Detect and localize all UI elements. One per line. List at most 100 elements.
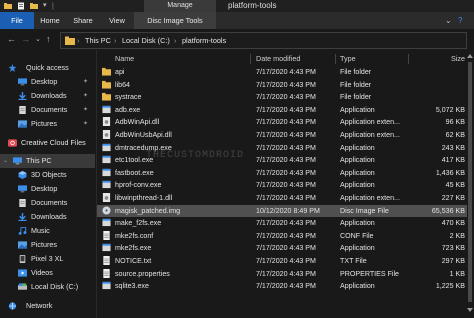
file-size: 470 KB (441, 219, 465, 228)
nav-item-network[interactable]: Network (8, 299, 94, 313)
dll-icon (102, 130, 111, 140)
nav-item-desktop[interactable]: Desktop ✦ (18, 75, 94, 89)
chevron-down-icon: ⌄ (3, 158, 9, 164)
app-icon (102, 180, 111, 190)
tab-view[interactable]: View (100, 12, 134, 29)
pin-icon: ✦ (82, 107, 88, 113)
column-header-type[interactable]: Type (340, 52, 356, 66)
tab-disc-image-tools[interactable]: Disc Image Tools (134, 12, 216, 29)
picture-icon (18, 241, 27, 249)
file-date: 7/17/2020 4:43 PM (256, 168, 316, 177)
breadcrumb-this-pc[interactable]: This PC (85, 33, 111, 48)
file-size: 65,536 KB (431, 206, 465, 215)
table-row[interactable]: fastboot.exe 7/17/2020 4:43 PM Application… (97, 167, 467, 179)
file-name: NOTICE.txt (115, 257, 152, 265)
nav-item-pictures-pc[interactable]: Pictures (18, 238, 94, 252)
file-list: Name Date modified Type Size api 7/17/202… (97, 50, 474, 318)
nav-item-creative-cloud[interactable]: Creative Cloud Files (8, 136, 94, 150)
table-row[interactable]: systrace 7/17/2020 4:43 PM File folder (97, 91, 467, 103)
nav-item-this-pc[interactable]: ⌄ This PC (0, 154, 95, 168)
forward-icon[interactable]: → (21, 34, 30, 45)
music-icon (18, 227, 27, 235)
nav-item-quick-access[interactable]: Quick access (8, 61, 94, 75)
table-row[interactable]: AdbWinUsbApi.dll 7/17/2020 4:43 PM Applica… (97, 129, 467, 141)
table-row[interactable]: sqlite3.exe 7/17/2020 4:43 PM Application 1… (97, 280, 467, 292)
table-row[interactable]: lib64 7/17/2020 4:43 PM File folder (97, 79, 467, 91)
file-size: 417 KB (441, 156, 465, 165)
column-header-name[interactable]: Name (115, 52, 134, 66)
nav-item-label: Downloads (31, 91, 67, 100)
help-icon[interactable]: ? (458, 15, 462, 26)
expand-ribbon-icon[interactable]: ⌄ (445, 15, 452, 26)
text-file-icon (102, 256, 111, 266)
table-row[interactable]: adb.exe 7/17/2020 4:43 PM Application 5,072… (97, 104, 467, 116)
table-row[interactable]: mke2fs.exe 7/17/2020 4:43 PM Application 72… (97, 242, 467, 254)
nav-item-downloads[interactable]: Downloads ✦ (18, 89, 94, 103)
nav-item-videos[interactable]: Videos (18, 266, 94, 280)
file-size: 1,436 KB (435, 168, 465, 177)
disc-image-icon (102, 206, 111, 216)
table-row[interactable]: AdbWinApi.dll 7/17/2020 4:43 PM Applicatio… (97, 116, 467, 128)
desktop-icon (18, 185, 27, 193)
column-divider[interactable] (408, 54, 409, 64)
column-header-size[interactable]: Size (437, 52, 465, 66)
nav-item-music[interactable]: Music (18, 224, 94, 238)
file-type: Application exten... (340, 194, 400, 202)
breadcrumb-separator: › (174, 36, 177, 45)
table-row[interactable]: magisk_patched.img 10/12/2020 8:49 PM Disc… (97, 204, 467, 217)
column-divider[interactable] (250, 54, 251, 64)
app-icon (102, 218, 111, 228)
nav-item-desktop-pc[interactable]: Desktop (18, 182, 94, 196)
file-date: 7/17/2020 4:43 PM (256, 231, 316, 240)
nav-item-label: Network (26, 301, 53, 310)
file-date: 10/12/2020 8:49 PM (256, 206, 320, 215)
file-name: systrace (115, 93, 142, 102)
nav-item-pixel-3-xl[interactable]: Pixel 3 XL (18, 252, 94, 266)
nav-item-label: Pictures (31, 119, 57, 128)
back-icon[interactable]: ← (7, 34, 16, 45)
address-bar[interactable]: › This PC › Local Disk (C:) › platform-t… (60, 32, 467, 49)
file-name: AdbWinUsbApi.dll (115, 131, 172, 139)
app-icon (102, 143, 111, 153)
table-row[interactable]: make_f2fs.exe 7/17/2020 4:43 PM Applicatio… (97, 217, 467, 229)
vertical-scrollbar[interactable] (467, 54, 473, 312)
file-name: adb.exe (115, 105, 141, 114)
up-icon[interactable]: ↑ (46, 34, 51, 45)
customize-toolbar-icon[interactable]: ▾ (43, 0, 47, 11)
table-row[interactable]: api 7/17/2020 4:43 PM File folder (97, 66, 467, 78)
recent-locations-icon[interactable]: ⌄ (35, 34, 41, 45)
file-size: 62 KB (445, 131, 465, 139)
nav-item-documents[interactable]: Documents ✦ (18, 103, 94, 117)
file-type: File folder (340, 68, 372, 76)
column-divider[interactable] (335, 54, 336, 64)
tab-home[interactable]: Home (34, 12, 66, 29)
nav-item-downloads-pc[interactable]: Downloads (18, 210, 94, 224)
nav-item-pictures[interactable]: Pictures ✦ (18, 117, 94, 131)
column-header-date[interactable]: Date modified (256, 52, 300, 66)
folder-icon (102, 80, 111, 90)
nav-item-local-disk[interactable]: Local Disk (C:) (18, 280, 94, 294)
table-row[interactable]: mke2fs.conf 7/17/2020 4:43 PM CONF File 2 K… (97, 230, 467, 242)
file-name: hprof-conv.exe (115, 181, 162, 190)
table-row[interactable]: libwinpthread-1.dll 7/17/2020 4:43 PM Appl… (97, 192, 467, 204)
nav-item-3d-objects[interactable]: 3D Objects (18, 168, 94, 182)
nav-item-label: Pictures (31, 240, 57, 249)
properties-icon[interactable] (17, 2, 25, 10)
pin-icon: ✦ (82, 93, 88, 99)
cube-icon (18, 171, 27, 179)
nav-item-documents-pc[interactable]: Documents (18, 196, 94, 210)
nav-item-label: Documents (31, 105, 68, 114)
star-icon (8, 64, 17, 72)
file-date: 7/17/2020 4:43 PM (256, 156, 316, 165)
table-row[interactable]: NOTICE.txt 7/17/2020 4:43 PM TXT File 297 K… (97, 255, 467, 267)
breadcrumb-platform-tools[interactable]: platform-tools (182, 33, 226, 48)
tab-file[interactable]: File (0, 12, 34, 29)
file-name: mke2fs.exe (115, 244, 152, 253)
breadcrumb-local-disk[interactable]: Local Disk (C:) (122, 33, 170, 48)
tab-share[interactable]: Share (66, 12, 100, 29)
table-row[interactable]: source.properties 7/17/2020 4:43 PM PROPER… (97, 268, 467, 280)
nav-item-label: Documents (31, 198, 68, 207)
table-row[interactable]: hprof-conv.exe 7/17/2020 4:43 PM Applicati… (97, 179, 467, 191)
new-folder-icon[interactable] (30, 2, 38, 10)
file-size: 96 KB (445, 118, 465, 127)
